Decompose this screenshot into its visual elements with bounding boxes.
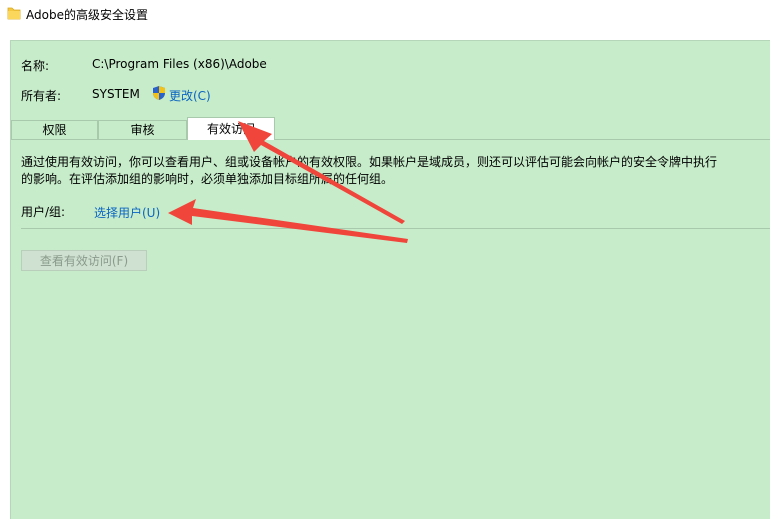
- tab-permissions[interactable]: 权限: [11, 120, 98, 139]
- tab-permissions-label: 权限: [42, 123, 67, 137]
- window-title: Adobe的高级安全设置: [26, 8, 148, 22]
- effective-access-description: 通过使用有效访问，你可以查看用户、组或设备帐户的有效权限。如果帐户是域成员，则还…: [21, 154, 770, 188]
- tab-auditing-label: 审核: [130, 123, 155, 137]
- title-bar: Adobe的高级安全设置: [0, 0, 770, 30]
- folder-icon: [7, 7, 21, 20]
- user-group-label: 用户/组:: [21, 205, 66, 219]
- section-divider: [21, 228, 770, 229]
- description-line-2: 的影响。在评估添加组的影响时，必须单独添加目标组所属的任何组。: [21, 172, 394, 186]
- owner-value: SYSTEM: [92, 87, 140, 101]
- tab-auditing[interactable]: 审核: [98, 120, 187, 139]
- name-label: 名称:: [21, 59, 50, 73]
- select-user-link[interactable]: 选择用户(U): [94, 204, 160, 221]
- advanced-security-panel: 名称: C:\Program Files (x86)\Adobe 所有者: SY…: [10, 40, 770, 519]
- tab-strip-border: [11, 139, 770, 140]
- tab-effective-access[interactable]: 有效访问: [187, 117, 275, 140]
- change-owner-link[interactable]: 更改(C): [169, 87, 211, 104]
- name-value: C:\Program Files (x86)\Adobe: [92, 57, 267, 71]
- owner-label: 所有者:: [21, 89, 62, 103]
- description-line-1: 通过使用有效访问，你可以查看用户、组或设备帐户的有效权限。如果帐户是域成员，则还…: [21, 155, 718, 169]
- view-effective-access-button[interactable]: 查看有效访问(F): [21, 250, 147, 271]
- tab-effective-access-label: 有效访问: [206, 122, 255, 136]
- uac-shield-icon: [153, 86, 165, 100]
